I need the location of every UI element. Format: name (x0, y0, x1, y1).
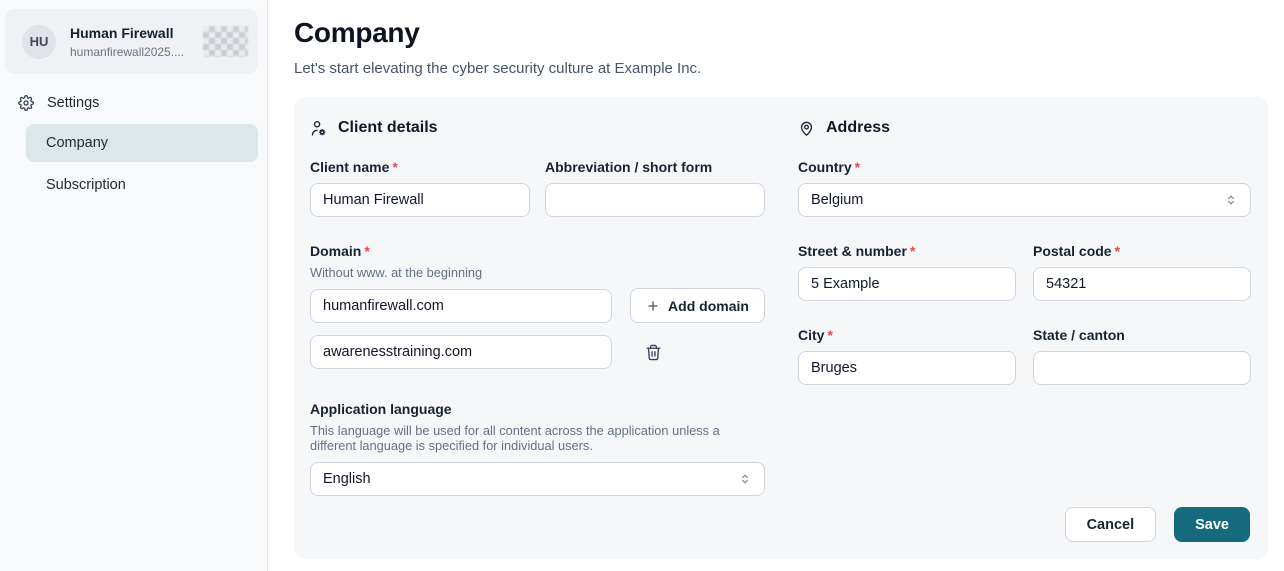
client-details-header: Client details (310, 119, 765, 137)
address-section: Address Country* Belgium (798, 119, 1251, 559)
domain-helper: Without www. at the beginning (310, 265, 765, 280)
client-name-label: Client name* (310, 159, 530, 176)
street-field: Street & number* (798, 243, 1016, 301)
form-actions: Cancel Save (1065, 507, 1250, 542)
chevron-up-down-icon (1224, 193, 1238, 207)
chevron-up-down-icon (738, 472, 752, 486)
delete-domain-button[interactable] (642, 341, 664, 363)
city-field: City* (798, 327, 1016, 385)
required-marker: * (827, 327, 832, 343)
cancel-button[interactable]: Cancel (1065, 507, 1157, 542)
street-label: Street & number* (798, 243, 1016, 260)
workspace-card[interactable]: HU Human Firewall humanfirewall2025.... (5, 9, 258, 74)
required-marker: * (910, 243, 915, 259)
state-label: State / canton (1033, 327, 1251, 344)
save-button[interactable]: Save (1174, 507, 1250, 542)
client-name-input[interactable] (310, 183, 530, 217)
plus-icon (646, 299, 660, 313)
sidebar-item-subscription[interactable]: Subscription (26, 166, 258, 204)
client-details-title: Client details (338, 119, 438, 137)
application-language-helper: This language will be used for all conte… (310, 423, 740, 453)
abbreviation-label: Abbreviation / short form (545, 159, 765, 176)
postal-code-field: Postal code* (1033, 243, 1251, 301)
sidebar-section-label: Settings (47, 95, 99, 111)
country-select[interactable]: Belgium (798, 183, 1251, 217)
country-label: Country* (798, 159, 1251, 176)
sidebar: HU Human Firewall humanfirewall2025.... … (0, 0, 268, 571)
city-label: City* (798, 327, 1016, 344)
user-gear-icon (310, 120, 327, 137)
add-domain-label: Add domain (668, 298, 749, 314)
country-select-value: Belgium (811, 192, 863, 208)
sidebar-nav: Company Subscription (26, 124, 258, 204)
required-marker: * (1115, 243, 1120, 259)
main-content: Company Let's start elevating the cyber … (269, 0, 1284, 571)
state-input[interactable] (1033, 351, 1251, 385)
required-marker: * (855, 159, 860, 175)
postal-code-input[interactable] (1033, 267, 1251, 301)
map-pin-icon (798, 120, 815, 137)
page-subtitle: Let's start elevating the cyber security… (294, 60, 1284, 77)
abbreviation-field: Abbreviation / short form (545, 159, 765, 217)
add-domain-button[interactable]: Add domain (630, 288, 765, 323)
trash-icon (645, 344, 662, 361)
page-title: Company (294, 17, 1284, 49)
country-field: Country* Belgium (798, 159, 1251, 217)
application-language-label: Application language (310, 401, 765, 418)
street-input[interactable] (798, 267, 1016, 301)
sidebar-item-company[interactable]: Company (26, 124, 258, 162)
domain-field: Domain* Without www. at the beginning Ad… (310, 243, 765, 369)
application-language-field: Application language This language will … (310, 401, 765, 496)
sidebar-item-settings[interactable]: Settings (18, 95, 99, 111)
avatar: HU (22, 25, 56, 59)
address-header: Address (798, 119, 1251, 137)
city-input[interactable] (798, 351, 1016, 385)
workspace-subtitle: humanfirewall2025.... (70, 44, 184, 60)
language-select-value: English (323, 471, 371, 487)
redacted-region (203, 26, 248, 57)
company-form-card: Client details Client name* Abbreviation… (294, 97, 1268, 559)
required-marker: * (364, 243, 369, 259)
required-marker: * (392, 159, 397, 175)
domain-input-secondary[interactable] (310, 335, 612, 369)
abbreviation-input[interactable] (545, 183, 765, 217)
domain-label: Domain* (310, 243, 765, 260)
language-select[interactable]: English (310, 462, 765, 496)
workspace-name: Human Firewall (70, 24, 184, 42)
domain-input-primary[interactable] (310, 289, 612, 323)
client-details-section: Client details Client name* Abbreviation… (310, 119, 765, 559)
gear-icon (18, 95, 34, 111)
postal-code-label: Postal code* (1033, 243, 1251, 260)
client-name-field: Client name* (310, 159, 530, 217)
state-field: State / canton (1033, 327, 1251, 385)
workspace-text: Human Firewall humanfirewall2025.... (70, 24, 184, 60)
address-title: Address (826, 119, 890, 137)
